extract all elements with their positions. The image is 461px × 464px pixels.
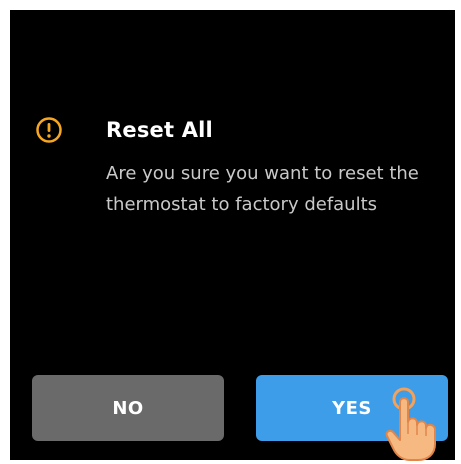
dialog-title: Reset All xyxy=(106,118,213,142)
tap-hand-icon xyxy=(385,387,436,461)
no-button-label: NO xyxy=(112,397,144,419)
thermostat-screen: Reset All Are you sure you want to reset… xyxy=(10,10,455,461)
yes-button-label: YES xyxy=(332,397,372,419)
warning-icon xyxy=(36,117,62,143)
no-button[interactable]: NO xyxy=(32,375,224,441)
dialog-message: Are you sure you want to reset the therm… xyxy=(106,163,419,215)
